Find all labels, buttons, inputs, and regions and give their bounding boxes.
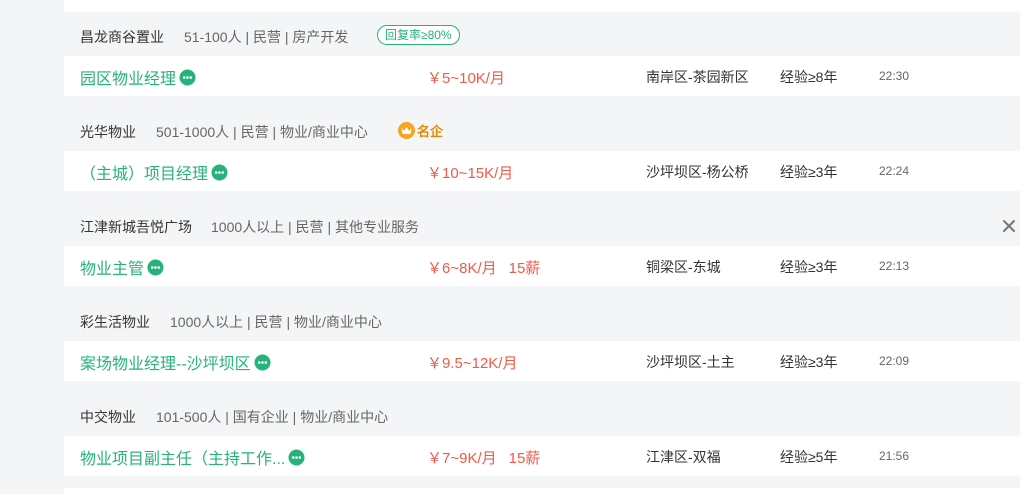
chat-bubble-icon[interactable] [211, 164, 228, 181]
company-name[interactable]: 昌龙商谷置业 [80, 27, 164, 47]
famous-label: 名企 [417, 123, 444, 139]
job-card: 彩生活物业 1000人以上 | 民营 | 物业/商业中心 案场物业经理--沙坪坝… [64, 301, 1020, 381]
salary-range: ￥6~8K/月 [427, 260, 497, 277]
experience-requirement: 经验≥8年 [780, 69, 838, 85]
company-row: 彩生活物业 1000人以上 | 民营 | 物业/商业中心 [64, 301, 1020, 341]
salary-months: 15薪 [508, 260, 541, 277]
chat-bubble-icon[interactable] [288, 449, 305, 466]
job-title-link[interactable]: 物业主管 [80, 255, 164, 279]
publish-time: 21:56 [879, 449, 910, 463]
salary-range: ￥5~10K/月 [427, 70, 505, 87]
experience-requirement: 经验≥3年 [780, 354, 838, 370]
experience-requirement: 经验≥5年 [780, 449, 838, 465]
experience-requirement: 经验≥3年 [780, 259, 838, 275]
company-info: 1000人以上 | 民营 | 物业/商业中心 [170, 314, 382, 330]
job-row[interactable]: （主城）项目经理 ￥10~15K/月 沙坪坝区-杨公桥 经验≥3年 22:24 [64, 151, 1020, 191]
salary: ￥7~9K/月 15薪 [427, 447, 540, 468]
close-icon[interactable] [1001, 218, 1017, 234]
famous-company-badge: 名企 [398, 121, 443, 139]
salary-months: 15薪 [508, 450, 541, 467]
salary: ￥10~15K/月 [427, 162, 513, 183]
bottom-strip [64, 488, 1020, 494]
company-row: 中交物业 101-500人 | 国有企业 | 物业/商业中心 [64, 396, 1020, 436]
location: 铜梁区-东城 [646, 259, 721, 275]
job-title: 案场物业经理--沙坪坝区 [80, 356, 251, 373]
salary-range: ￥7~9K/月 [427, 450, 497, 467]
company-name[interactable]: 中交物业 [80, 407, 136, 427]
job-card: 江津新城吾悦广场 1000人以上 | 民营 | 其他专业服务 物业主管 ￥6~8… [64, 206, 1020, 286]
salary: ￥5~10K/月 [427, 67, 505, 88]
company-row: 江津新城吾悦广场 1000人以上 | 民营 | 其他专业服务 [64, 206, 1020, 246]
location: 沙坪坝区-土主 [646, 354, 735, 370]
company-row: 光华物业 501-1000人 | 民营 | 物业/商业中心 名企 [64, 111, 1020, 151]
job-title-link[interactable]: 园区物业经理 [80, 65, 196, 89]
job-row[interactable]: 物业项目副主任（主持工作... ￥7~9K/月 15薪 江津区-双福 经验≥5年 … [64, 436, 1020, 476]
job-title-link[interactable]: 物业项目副主任（主持工作... [80, 445, 305, 469]
job-card: 中交物业 101-500人 | 国有企业 | 物业/商业中心 物业项目副主任（主… [64, 396, 1020, 476]
job-title: 物业主管 [80, 261, 145, 278]
salary: ￥9.5~12K/月 [427, 352, 517, 373]
location: 南岸区-茶园新区 [646, 69, 749, 85]
job-title-link[interactable]: 案场物业经理--沙坪坝区 [80, 350, 271, 374]
publish-time: 22:30 [879, 69, 910, 83]
publish-time: 22:13 [879, 259, 910, 273]
company-name[interactable]: 江津新城吾悦广场 [80, 217, 192, 237]
job-title-link[interactable]: （主城）项目经理 [80, 160, 228, 184]
publish-time: 22:09 [879, 354, 910, 368]
chat-bubble-icon[interactable] [147, 259, 164, 276]
chat-bubble-icon[interactable] [179, 69, 196, 86]
chat-bubble-icon[interactable] [254, 354, 271, 371]
company-row: 昌龙商谷置业 51-100人 | 民营 | 房产开发 回复率≥80% [64, 16, 1020, 56]
reply-rate-badge: 回复率≥80% [377, 25, 460, 45]
salary: ￥6~8K/月 15薪 [427, 257, 540, 278]
location: 江津区-双福 [646, 449, 721, 465]
job-title: （主城）项目经理 [80, 166, 209, 183]
salary-range: ￥9.5~12K/月 [427, 355, 518, 372]
job-title: 物业项目副主任（主持工作... [80, 451, 286, 468]
company-info: 101-500人 | 国有企业 | 物业/商业中心 [156, 409, 389, 425]
company-info: 501-1000人 | 民营 | 物业/商业中心 [156, 124, 368, 140]
job-card: 光华物业 501-1000人 | 民营 | 物业/商业中心 名企 （主城）项目经… [64, 111, 1020, 191]
experience-requirement: 经验≥3年 [780, 164, 838, 180]
job-title: 园区物业经理 [80, 71, 177, 88]
company-info: 1000人以上 | 民营 | 其他专业服务 [211, 219, 419, 235]
salary-range: ￥10~15K/月 [427, 165, 514, 182]
company-name[interactable]: 彩生活物业 [80, 312, 150, 332]
crown-icon [398, 121, 415, 139]
publish-time: 22:24 [879, 164, 910, 178]
job-row[interactable]: 物业主管 ￥6~8K/月 15薪 铜梁区-东城 经验≥3年 22:13 [64, 246, 1020, 286]
job-list-page: 昌龙商谷置业 51-100人 | 民营 | 房产开发 回复率≥80% 园区物业经… [0, 0, 1020, 494]
company-name[interactable]: 光华物业 [80, 122, 136, 142]
location: 沙坪坝区-杨公桥 [646, 164, 749, 180]
job-card: 昌龙商谷置业 51-100人 | 民营 | 房产开发 回复率≥80% 园区物业经… [64, 16, 1020, 96]
job-row[interactable]: 案场物业经理--沙坪坝区 ￥9.5~12K/月 沙坪坝区-土主 经验≥3年 22… [64, 341, 1020, 381]
company-info: 51-100人 | 民营 | 房产开发 [184, 29, 349, 45]
job-row[interactable]: 园区物业经理 ￥5~10K/月 南岸区-茶园新区 经验≥8年 22:30 [64, 56, 1020, 96]
top-strip [64, 0, 1020, 12]
